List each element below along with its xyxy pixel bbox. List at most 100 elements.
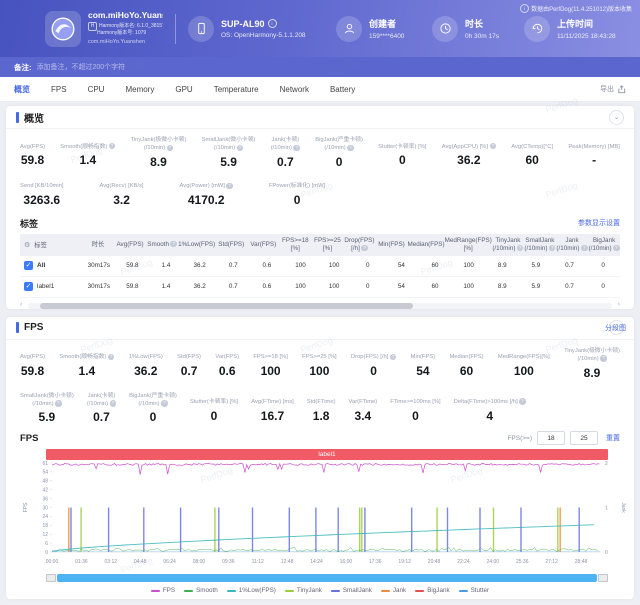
info-icon: ? xyxy=(55,400,62,407)
tab-cpu[interactable]: CPU xyxy=(88,85,105,94)
metric-value: 8.9 xyxy=(584,366,601,380)
legend-item-smooth[interactable]: Smooth xyxy=(184,587,218,594)
metric-label-line: Avg(FPS) xyxy=(20,353,45,361)
row-value: 0 xyxy=(351,262,385,270)
row-value: 60 xyxy=(418,283,452,291)
svg-text:30: 30 xyxy=(42,506,48,512)
label1-banner: label1 xyxy=(46,449,608,460)
metric-value: 59.8 xyxy=(21,364,44,378)
row-value: 0.7 xyxy=(217,283,251,291)
metric-label-line: Smooth(顺畅指数)? xyxy=(59,353,114,361)
metric-label-line: SmallJank(微小卡顿) xyxy=(20,392,74,400)
legend-item-1-low-fps[interactable]: 1%Low(FPS) xyxy=(227,587,276,594)
row-value: 36.2 xyxy=(183,283,217,291)
chart-scroll-handle-left[interactable] xyxy=(46,574,56,582)
legend-swatch xyxy=(381,590,390,593)
metric-avg-ftime-ms: Avg(FTime) [ms]16.7 xyxy=(251,392,294,425)
legend-item-smalljank[interactable]: SmallJank xyxy=(331,587,372,594)
metric-label: Avg(FPS) xyxy=(20,347,45,362)
row-checkbox[interactable]: ✓ xyxy=(24,282,33,291)
svg-text:08:00: 08:00 xyxy=(193,559,206,565)
metric-min-fps: Min(FPS)54 xyxy=(411,347,435,380)
fps-threshold-input-2[interactable] xyxy=(570,431,598,445)
metric-value: 100 xyxy=(514,364,534,378)
metric-label-line: Stutter(卡顿率) [%] xyxy=(190,398,238,406)
row-value: 0.6 xyxy=(250,262,284,270)
legend-item-tinyjank[interactable]: TinyJank xyxy=(285,587,322,594)
scroll-left-arrow[interactable]: ‹ xyxy=(20,301,22,308)
legend-swatch xyxy=(415,590,424,593)
chart-scroll-track[interactable] xyxy=(57,574,597,582)
harmony-icon: H xyxy=(88,22,97,31)
info-icon: ? xyxy=(549,245,556,252)
legend-item-jank[interactable]: Jank xyxy=(381,587,406,594)
fps-threshold-input-1[interactable] xyxy=(537,431,565,445)
duration-label: 时长 xyxy=(465,17,499,30)
metric-avg-appcpu: Avg(AppCPU) [%]?36.2 xyxy=(442,136,496,169)
col-header-avg-fps: Avg(FPS) xyxy=(114,241,146,249)
header-line: TinyJank xyxy=(492,237,524,245)
chart-hscrollbar[interactable] xyxy=(46,574,608,582)
tab-memory[interactable]: Memory xyxy=(125,85,154,94)
row-value: 5.9 xyxy=(519,283,553,291)
col-header-medrange-fps: MedRange(FPS)[%] xyxy=(445,237,492,253)
tab-network[interactable]: Network xyxy=(280,85,309,94)
header-divider xyxy=(175,14,176,44)
metric-label: Send [KB/10min] xyxy=(20,176,64,191)
svg-text:61: 61 xyxy=(42,461,48,467)
fps-chart[interactable]: 61544842363024181260210FPSJank00:0001:36… xyxy=(20,460,620,573)
legend-swatch xyxy=(227,590,236,593)
metric-label: TinyJank(极微小卡顿)(/10min)? xyxy=(564,347,620,364)
metric-label-line: FPS>=18 [%] xyxy=(253,353,287,361)
labels-table: ⚙标签时长Avg(FPS)Smooth?1%Low(FPS)Std(FPS)Va… xyxy=(20,234,620,298)
app-name: com.miHoYo.Yuanshen xyxy=(88,11,163,21)
person-icon xyxy=(336,16,362,42)
legend-item-stutter[interactable]: Stutter xyxy=(459,587,490,594)
metric-std-ftime: Std(FTime)1.8 xyxy=(307,392,336,425)
table-hscroll-thumb[interactable] xyxy=(40,303,414,309)
tab-battery[interactable]: Battery xyxy=(330,85,355,94)
threshold-reset-link[interactable]: 重置 xyxy=(606,433,620,443)
metric-label-line: (/10min)? xyxy=(202,144,256,152)
export-button[interactable]: 导出 xyxy=(600,84,626,94)
tab-temperature[interactable]: Temperature xyxy=(214,85,259,94)
legend-item-bigjank[interactable]: BigJank xyxy=(415,587,449,594)
col-header-drop-fps-h: Drop(FPS) [/h]? xyxy=(343,237,375,253)
svg-text:11:12: 11:12 xyxy=(252,559,264,565)
param-display-settings-link[interactable]: 参数显示设置 xyxy=(578,218,620,228)
chart-scroll-handle-right[interactable] xyxy=(598,574,608,582)
col-header-jank: Jank(/10min)? xyxy=(556,237,588,253)
segmented-chart-link[interactable]: 分段图 xyxy=(605,323,626,333)
table-hscrollbar[interactable]: ‹ › xyxy=(28,303,612,309)
note-bar[interactable]: 备注: 添加备注，不超过200个字符 xyxy=(0,57,640,77)
row-value: 54 xyxy=(385,283,419,291)
metric-label: TinyJank(极微小卡顿)(/10min)? xyxy=(131,136,187,153)
legend-item-fps[interactable]: FPS xyxy=(151,587,175,594)
legend-label: TinyJank xyxy=(297,587,322,594)
row-value: 59.8 xyxy=(116,262,150,270)
tab-fps[interactable]: FPS xyxy=(51,85,67,94)
metric-label: Avg(Power) [mW]? xyxy=(180,176,233,191)
metric-label: 1%Low(FPS) xyxy=(129,347,163,362)
note-placeholder[interactable]: 添加备注，不超过200个字符 xyxy=(37,62,126,72)
upload-label: 上传时间 xyxy=(557,17,616,30)
info-icon: ? xyxy=(490,143,497,150)
metric-bigjank: BigJank(严重卡顿)(/10min)?0 xyxy=(315,136,363,169)
settings-icon[interactable]: ⚙ xyxy=(24,241,30,249)
svg-text:24:00: 24:00 xyxy=(487,559,500,565)
svg-text:16:00: 16:00 xyxy=(340,559,353,565)
tab-gpu[interactable]: GPU xyxy=(175,85,192,94)
row-checkbox[interactable]: ✓ xyxy=(24,261,33,270)
device-info-icon: i xyxy=(268,19,277,28)
legend-swatch xyxy=(151,590,160,593)
tab-item[interactable]: 概览 xyxy=(14,84,30,95)
metric-value: 3.2 xyxy=(113,193,130,207)
overview-collapse-button[interactable]: ⌄ xyxy=(609,110,624,125)
scroll-right-arrow[interactable]: › xyxy=(618,301,620,308)
labels-table-body: ✓All30m17s59.81.436.20.70.61001000546010… xyxy=(20,256,620,298)
table-row-all: ✓All30m17s59.81.436.20.70.61001000546010… xyxy=(20,256,620,277)
metric-value: 60 xyxy=(525,153,538,167)
device-name-row: SUP-AL90 i xyxy=(221,19,306,29)
metric-label: Jank(卡顿)(/10min)? xyxy=(271,136,300,153)
fps-chart-svg[interactable]: 61544842363024181260210FPSJank00:0001:36… xyxy=(20,460,632,568)
